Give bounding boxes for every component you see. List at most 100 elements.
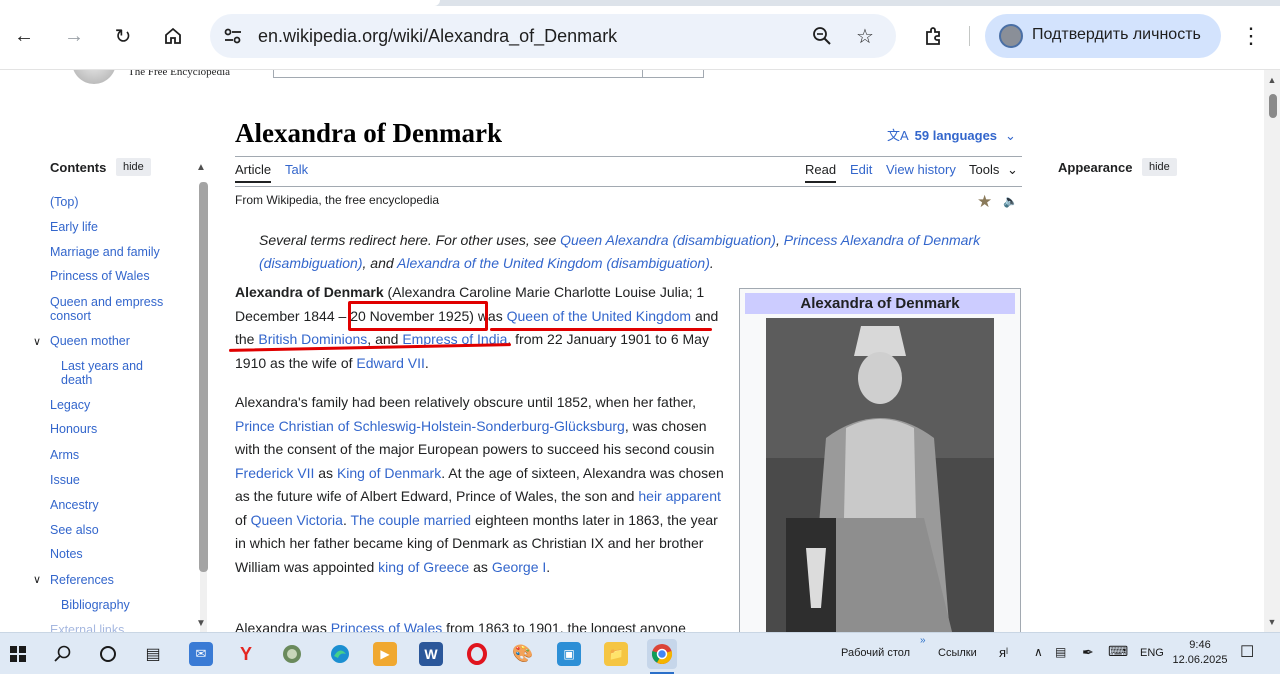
network-icon[interactable]: ▤ bbox=[1055, 645, 1066, 659]
start-icon[interactable] bbox=[6, 642, 30, 666]
link-heir-apparent[interactable]: heir apparent bbox=[638, 488, 721, 504]
home-icon[interactable] bbox=[157, 20, 189, 52]
link-queen-victoria[interactable]: Queen Victoria bbox=[251, 512, 343, 528]
page-scrollbar[interactable]: ▲ ▼ bbox=[1264, 70, 1280, 632]
search-icon[interactable] bbox=[51, 642, 75, 666]
toc-item-references[interactable]: References bbox=[50, 573, 180, 587]
task-view-icon[interactable]: ▤ bbox=[141, 642, 165, 666]
input-language[interactable]: ENG bbox=[1140, 647, 1164, 659]
link-george-i[interactable]: George I bbox=[492, 559, 546, 575]
edge-icon[interactable] bbox=[328, 642, 352, 666]
portrait-image[interactable] bbox=[766, 318, 994, 632]
windows-taskbar: ▤ ✉ Y ▶ W 🎨 ▣ 📁 Рабочий стол » Ссылки яˡ… bbox=[0, 632, 1280, 674]
link-king-of-denmark[interactable]: King of Denmark bbox=[337, 465, 441, 481]
toc-item-legacy[interactable]: Legacy bbox=[50, 398, 180, 412]
title-divider bbox=[235, 156, 1022, 157]
desktop-toolbar[interactable]: Рабочий стол bbox=[841, 647, 910, 659]
keyboard-icon[interactable]: ⌨ bbox=[1108, 643, 1128, 660]
toc-item-ancestry[interactable]: Ancestry bbox=[50, 498, 180, 512]
toc-expand-references-icon[interactable]: ∨ bbox=[33, 573, 41, 586]
links-toolbar[interactable]: Ссылки bbox=[938, 647, 977, 659]
link-princess-of-wales[interactable]: Princess of Wales bbox=[331, 620, 443, 632]
toc-item-see-also[interactable]: See also bbox=[50, 523, 180, 537]
file-explorer-icon[interactable]: 📁 bbox=[604, 642, 628, 666]
forward-icon[interactable]: → bbox=[58, 20, 90, 52]
toc-item-bibliography[interactable]: Bibliography bbox=[61, 598, 191, 612]
link-couple-married[interactable]: The couple married bbox=[350, 512, 471, 528]
tab-view-history[interactable]: View history bbox=[886, 162, 956, 177]
toc-item-top[interactable]: (Top) bbox=[50, 195, 180, 209]
notifications-icon[interactable]: ☐ bbox=[1240, 642, 1254, 662]
toc-item-last-years[interactable]: Last years and death bbox=[61, 359, 161, 387]
search-button[interactable] bbox=[642, 70, 704, 78]
tab-talk[interactable]: Talk bbox=[285, 162, 308, 177]
link-edward-vii[interactable]: Edward VII bbox=[356, 355, 424, 371]
listen-icon[interactable]: 🔈 bbox=[1003, 194, 1018, 208]
tab-article[interactable]: Article bbox=[235, 162, 272, 183]
appearance-hide-button[interactable]: hide bbox=[1142, 158, 1177, 176]
tab-read[interactable]: Read bbox=[805, 162, 837, 183]
paint-icon[interactable]: 🎨 bbox=[511, 642, 535, 666]
link-king-of-greece[interactable]: king of Greece bbox=[378, 559, 469, 575]
wikipedia-logo[interactable] bbox=[72, 70, 116, 84]
toc-item-notes[interactable]: Notes bbox=[50, 547, 180, 561]
media-player-icon[interactable]: ▶ bbox=[373, 642, 397, 666]
yandex-icon[interactable]: Y bbox=[234, 642, 258, 666]
hatnote-link-alexandra-uk[interactable]: Alexandra of the United Kingdom (disambi… bbox=[397, 255, 710, 271]
mail-icon[interactable]: ✉ bbox=[189, 642, 213, 666]
toc-item-marriage[interactable]: Marriage and family bbox=[50, 245, 180, 259]
toc-scrollbar[interactable] bbox=[198, 182, 209, 632]
link-frederick-vii[interactable]: Frederick VII bbox=[235, 465, 314, 481]
people-icon[interactable]: яˡ bbox=[999, 645, 1008, 660]
address-bar[interactable]: en.wikipedia.org/wiki/Alexandra_of_Denma… bbox=[210, 14, 896, 58]
toc-item-issue[interactable]: Issue bbox=[50, 473, 180, 487]
pen-icon[interactable]: ✒ bbox=[1082, 644, 1094, 661]
tools-label: Tools bbox=[969, 162, 1000, 177]
link-british-dominions[interactable]: British Dominions bbox=[258, 331, 367, 347]
paragraph-princess: Alexandra was Princess of Wales from 186… bbox=[235, 617, 727, 632]
scroll-down-icon[interactable]: ▼ bbox=[1267, 618, 1277, 627]
toc-item-honours[interactable]: Honours bbox=[50, 422, 180, 436]
scroll-up-icon[interactable]: ▲ bbox=[1267, 76, 1277, 85]
reload-icon[interactable]: ↻ bbox=[107, 20, 139, 52]
toc-item-princess-of-wales[interactable]: Princess of Wales bbox=[50, 269, 180, 283]
profile-button[interactable]: Подтвердить личность bbox=[985, 14, 1221, 58]
toc-hide-button[interactable]: hide bbox=[116, 158, 151, 176]
text: of bbox=[235, 511, 251, 528]
tab-edit[interactable]: Edit bbox=[850, 162, 872, 177]
toc-expand-queen-mother-icon[interactable]: ∨ bbox=[33, 335, 41, 348]
extensions-icon[interactable] bbox=[918, 20, 950, 52]
toc-scroll-thumb[interactable] bbox=[199, 182, 208, 572]
link-queen-uk[interactable]: Queen of the United Kingdom bbox=[507, 308, 691, 324]
photos-icon[interactable]: ▣ bbox=[557, 642, 581, 666]
toc-item-arms[interactable]: Arms bbox=[50, 448, 180, 462]
app-globe-icon[interactable] bbox=[280, 642, 304, 666]
toc-item-queen-mother[interactable]: Queen mother bbox=[50, 334, 180, 348]
page-scroll-thumb[interactable] bbox=[1269, 94, 1277, 118]
featured-star-icon[interactable]: ★ bbox=[977, 192, 992, 212]
hatnote-link-queen-alexandra[interactable]: Queen Alexandra (disambiguation) bbox=[560, 232, 776, 248]
menu-dots-icon[interactable]: ⋮ bbox=[1235, 20, 1267, 52]
toc-scroll-up-icon[interactable]: ▲ bbox=[196, 162, 206, 173]
translate-icon: 文A bbox=[887, 128, 909, 143]
clock[interactable]: 9:46 12.06.2025 bbox=[1170, 638, 1230, 668]
toolbar-expand-icon[interactable]: » bbox=[920, 635, 926, 646]
bookmark-star-icon[interactable]: ☆ bbox=[853, 24, 877, 48]
cortana-icon[interactable] bbox=[96, 642, 120, 666]
toc-item-early-life[interactable]: Early life bbox=[50, 220, 180, 234]
languages-button[interactable]: 文A 59 languages ⌄ bbox=[887, 125, 1016, 144]
toc-item-external-links[interactable]: External links bbox=[50, 623, 180, 632]
toc-item-queen-consort[interactable]: Queen and empress consort bbox=[50, 295, 180, 323]
search-input[interactable] bbox=[273, 70, 643, 78]
opera-icon[interactable] bbox=[465, 642, 489, 666]
site-settings-icon[interactable] bbox=[222, 25, 244, 47]
toc-scroll-down-icon[interactable]: ▼ bbox=[196, 618, 206, 629]
word-icon[interactable]: W bbox=[419, 642, 443, 666]
tab-tools[interactable]: Tools ⌄ bbox=[969, 162, 1018, 178]
back-icon[interactable]: ← bbox=[8, 20, 40, 52]
link-prince-christian[interactable]: Prince Christian of Schleswig-Holstein-S… bbox=[235, 418, 625, 434]
chrome-icon[interactable] bbox=[647, 639, 677, 669]
tray-overflow-icon[interactable]: ∧ bbox=[1034, 645, 1043, 659]
zoom-icon[interactable] bbox=[810, 24, 834, 48]
active-tab[interactable] bbox=[0, 0, 440, 6]
